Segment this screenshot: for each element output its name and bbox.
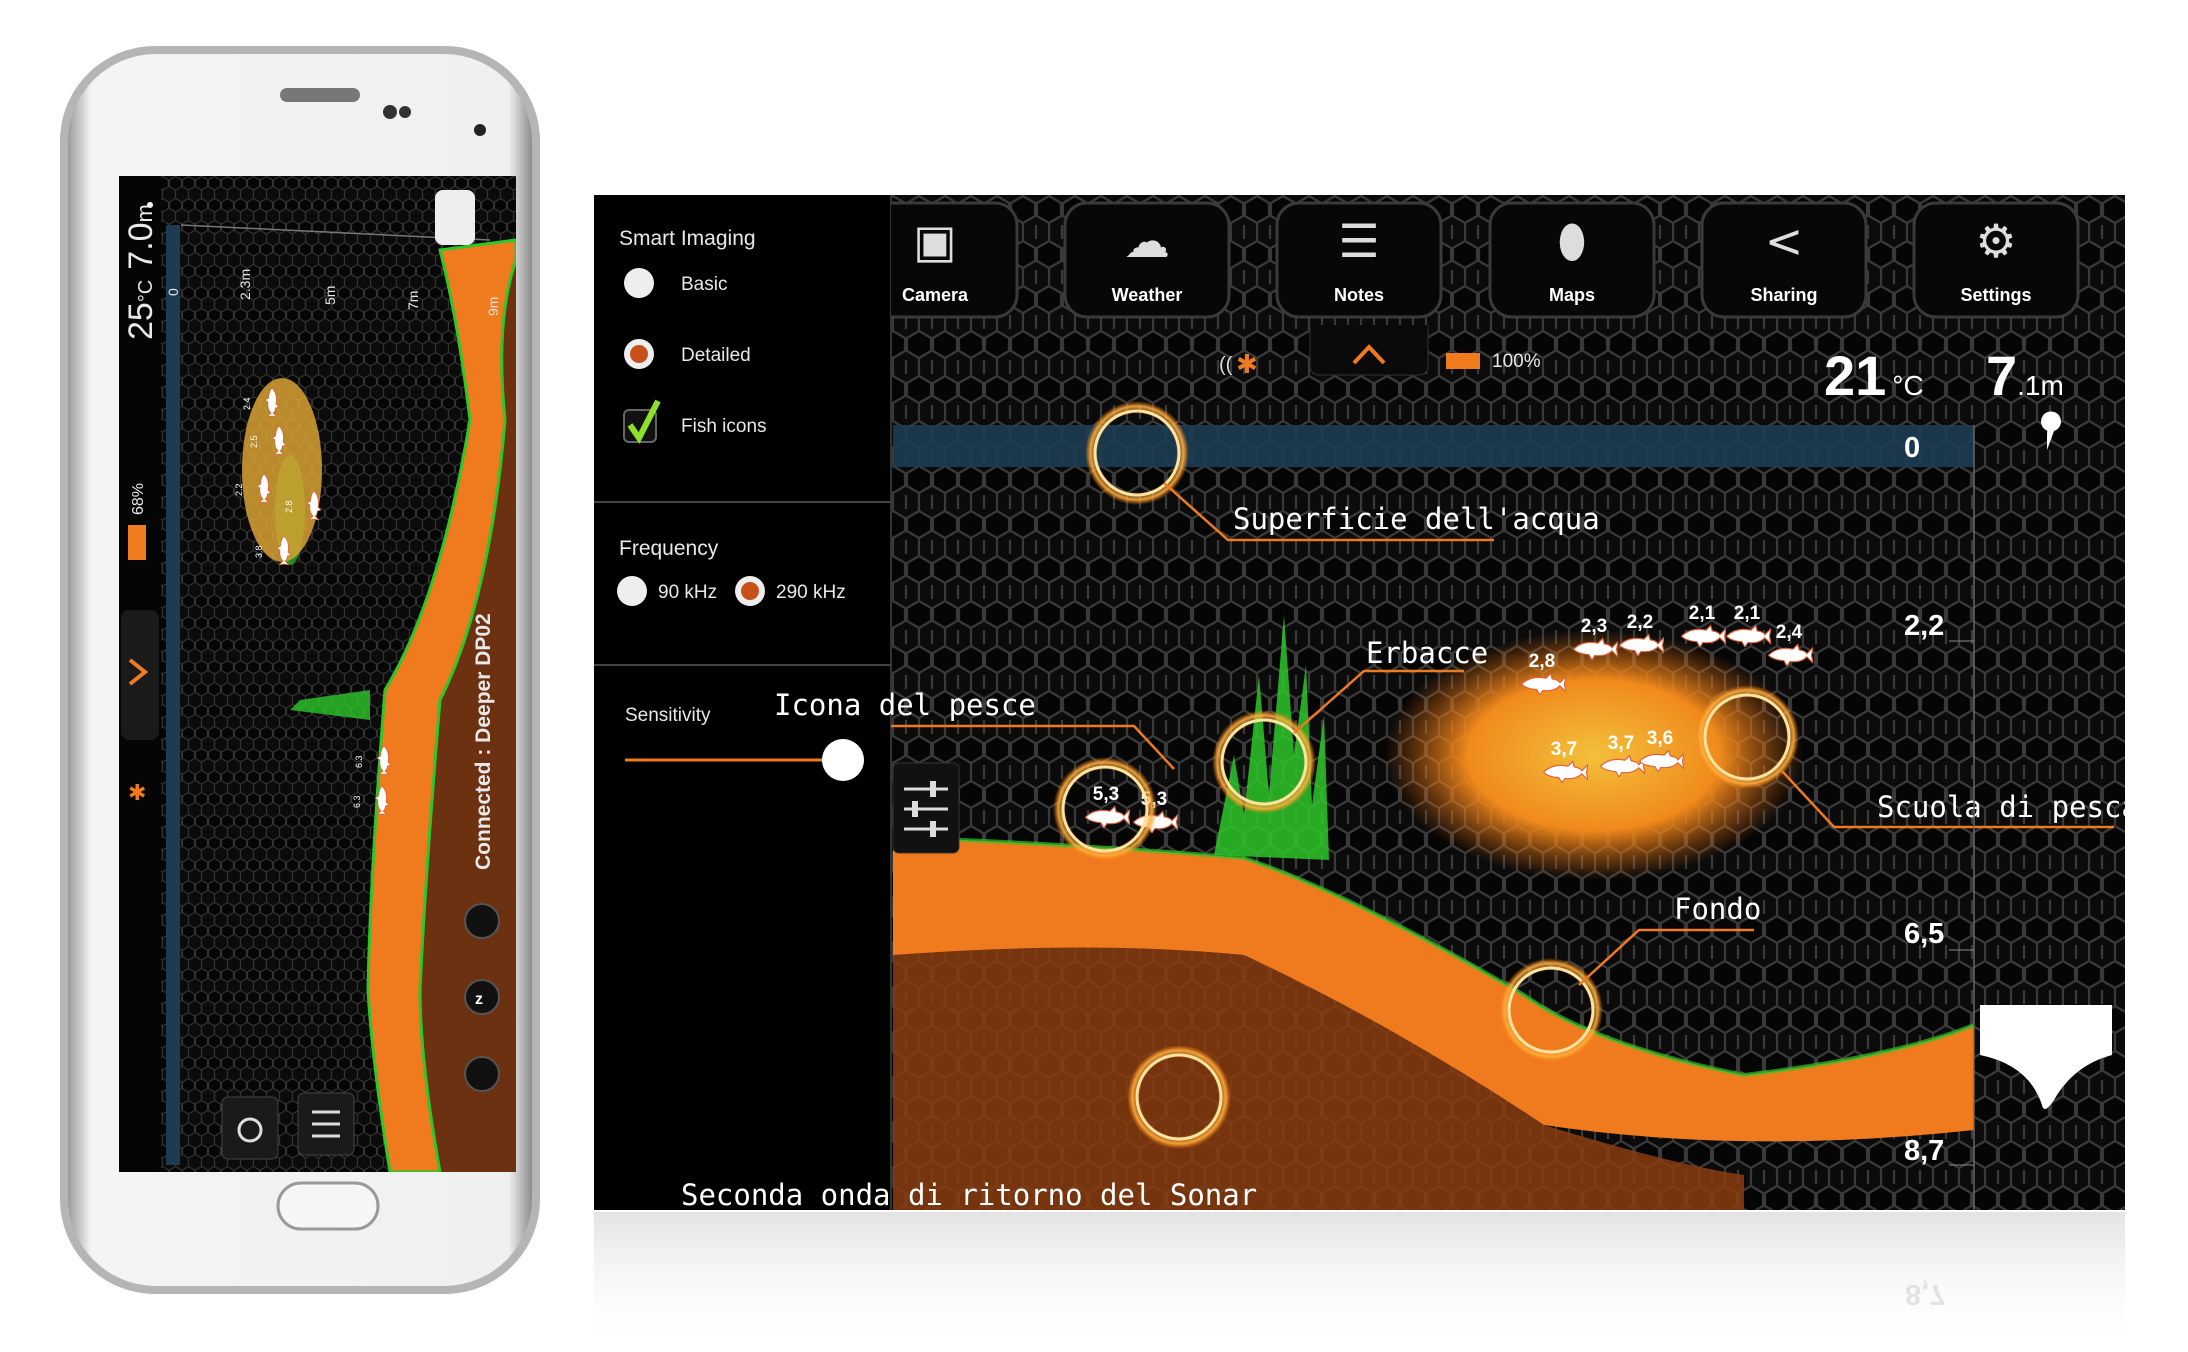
fish-depth-label: 2,1 — [1689, 603, 1716, 624]
phone-sensor — [399, 106, 411, 118]
fish-icons-label: Fish icons — [681, 416, 767, 437]
radio-90khz-label: 90 kHz — [658, 582, 717, 603]
phone-speaker — [280, 88, 360, 102]
water-surface-band — [166, 225, 180, 1165]
sliders-button[interactable] — [892, 762, 960, 854]
bluetooth-icon: ✱ — [128, 781, 146, 806]
phone: 2.42.52.22.83.86.36.3 25°C7.0m 0 2.3m 5m… — [60, 46, 540, 1294]
fish-depth-label: 3,7 — [1551, 739, 1577, 760]
history-button[interactable] — [221, 1096, 279, 1160]
sensitivity-title: Sensitivity — [625, 705, 711, 726]
sleep-icon-glyph: z — [475, 991, 483, 1008]
connection-status: Connected : Deeper DP02 — [472, 613, 495, 870]
weather-icon: ☁ — [1124, 214, 1170, 268]
annotation-surface: Superficie dell'acqua — [1233, 502, 1600, 536]
screen-reflection — [594, 1212, 2125, 1352]
fish-depth-label: 2.8 — [284, 500, 294, 513]
signal-icon: (( — [1219, 354, 1233, 376]
smart-imaging-title: Smart Imaging — [619, 227, 756, 250]
boat-icon — [435, 190, 475, 245]
battery-icon — [128, 525, 146, 560]
highlight-glow — [1499, 958, 1603, 1062]
radio-basic-label: Basic — [681, 274, 727, 295]
fish-depth-label: 3,7 — [1608, 733, 1634, 754]
home-button[interactable] — [276, 1181, 380, 1231]
collapse-tab[interactable] — [1309, 325, 1429, 376]
fish-depth-label: 6.3 — [352, 795, 362, 808]
battery-icon — [1446, 353, 1480, 369]
radio-detailed-label: Detailed — [681, 345, 751, 366]
fish-depth-label: 3,6 — [1647, 728, 1673, 749]
fish-depth-label: 2.4 — [242, 397, 252, 410]
scale-label: 0 — [165, 288, 181, 296]
phone-battery: 68% — [130, 483, 147, 515]
fish-depth-label: 2,2 — [1627, 612, 1653, 633]
fish-depth-label: 2,8 — [1529, 651, 1555, 672]
map-pin-icon: ⬮ — [1558, 214, 1587, 268]
share-icon: < — [1765, 214, 1804, 268]
gear-icon: ⚙ — [1975, 214, 2016, 268]
fish-depth-label: 2,4 — [1776, 622, 1803, 643]
bluetooth-icon: ✱ — [1236, 350, 1258, 380]
camera-icon: ▣ — [913, 214, 956, 268]
highlight-glow — [1212, 710, 1316, 814]
annotation-fish-icon: Icona del pesce — [774, 688, 1036, 722]
scale-label: 7m — [405, 291, 421, 310]
sonar-icon[interactable] — [464, 1056, 500, 1092]
annotation-bottom: Fondo — [1674, 892, 1761, 926]
fish-alarm-icon[interactable] — [464, 903, 500, 939]
depth-label: 8,7 — [1904, 1135, 1944, 1167]
frequency-title: Frequency — [619, 537, 719, 560]
toolbar-label: Settings — [1960, 285, 2031, 305]
fish-depth-label: 2.5 — [249, 435, 259, 448]
toolbar-label: Sharing — [1750, 285, 1817, 305]
annotation-fish-school: Scuola di pesca — [1877, 790, 2139, 824]
battery-level: 100% — [1492, 351, 1541, 372]
fish-school — [242, 378, 322, 562]
fish-depth-label: 2,3 — [1581, 616, 1607, 637]
toolbar-button-notes[interactable]: ☰ Notes — [1275, 201, 1443, 319]
notes-icon: ☰ — [1338, 214, 1379, 268]
phone-sensor — [474, 124, 486, 136]
toolbar-label: Camera — [902, 285, 969, 305]
annotation-second-return: Seconda onda di ritorno del Sonar — [681, 1178, 1257, 1212]
phone-screen: 2.42.52.22.83.86.36.3 25°C7.0m 0 2.3m 5m… — [119, 176, 516, 1172]
toolbar-button-weather[interactable]: ☁ Weather — [1063, 201, 1231, 319]
depth-label: 0 — [1904, 432, 1920, 464]
fish-depth-label: 2.2 — [234, 483, 244, 496]
toolbar-button-sharing[interactable]: < Sharing — [1700, 201, 1868, 319]
water-surface-band — [893, 425, 1974, 467]
scale-label: 5m — [322, 286, 338, 305]
tablet-screen: Smart Imaging Basic Detailed Fish icons … — [594, 195, 2139, 1212]
toolbar-button-maps[interactable]: ⬮ Maps — [1488, 201, 1656, 319]
toolbar-label: Notes — [1334, 285, 1384, 305]
reflection-depth-label: 8,7 — [1905, 1278, 1945, 1310]
highlight-glow — [1053, 757, 1157, 861]
toolbar-label: Weather — [1112, 285, 1183, 305]
scale-label: 2.3m — [237, 269, 253, 300]
fish-depth-label: 2,1 — [1734, 603, 1761, 624]
scale-label: 9m — [485, 297, 501, 316]
phone-camera — [383, 105, 397, 119]
scene: 2.42.52.22.83.86.36.3 25°C7.0m 0 2.3m 5m… — [60, 46, 2139, 1352]
highlight-glow — [1085, 401, 1189, 505]
depth-label: 2,2 — [1904, 610, 1944, 642]
toolbar-button-settings[interactable]: ⚙ Settings — [1912, 201, 2080, 319]
highlight-glow — [1127, 1045, 1231, 1149]
fish-depth-label: 6.3 — [354, 755, 364, 768]
depth-label: 6,5 — [1904, 918, 1944, 950]
fish-depth-label: 3.8 — [254, 545, 264, 558]
annotation-weeds: Erbacce — [1366, 636, 1488, 670]
slider-knob[interactable] — [822, 739, 864, 781]
toolbar-label: Maps — [1549, 285, 1595, 305]
radio-290khz-label: 290 kHz — [776, 582, 846, 603]
